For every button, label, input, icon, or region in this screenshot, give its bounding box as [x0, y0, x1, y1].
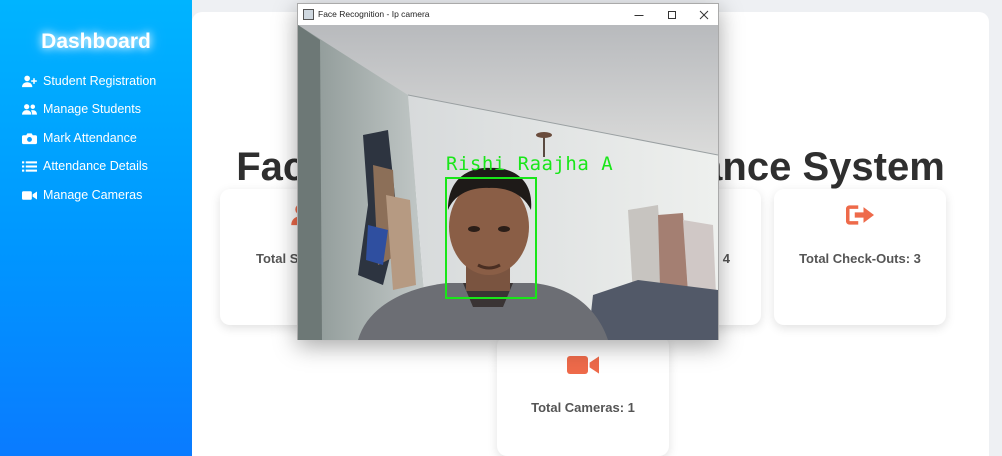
sidebar-item-label: Attendance Details	[43, 159, 148, 173]
list-icon	[22, 160, 37, 172]
maximize-icon	[668, 10, 676, 19]
close-button[interactable]	[688, 4, 720, 25]
minimize-icon	[634, 14, 644, 16]
video-camera-icon	[497, 352, 669, 378]
video-camera-icon	[22, 190, 37, 200]
close-icon	[699, 10, 709, 19]
sign-out-icon	[774, 203, 946, 227]
card-total-cameras: Total Cameras: 1	[497, 336, 669, 456]
minimize-button[interactable]	[623, 4, 655, 25]
card-label: Total Cameras: 1	[531, 400, 635, 415]
maximize-button[interactable]	[656, 4, 688, 25]
sidebar: Dashboard Student Registration Manage St…	[0, 0, 192, 456]
sidebar-item-label: Manage Students	[43, 102, 141, 116]
detected-name-label: Rishi Raajha A	[446, 153, 614, 175]
card-label: 4	[722, 251, 730, 266]
page-title-left: Fac	[236, 145, 306, 189]
camera-feed: Rishi Raajha A	[298, 25, 718, 340]
sidebar-title: Dashboard	[41, 30, 151, 53]
sidebar-item-student-registration[interactable]: Student Registration	[22, 71, 156, 91]
sidebar-item-label: Mark Attendance	[43, 131, 137, 145]
page-title-right: ance System	[700, 145, 945, 189]
face-recognition-window[interactable]: Face Recognition - Ip camera Rishi Raajh…	[297, 3, 719, 340]
app-window-icon	[303, 9, 314, 20]
user-plus-icon	[22, 75, 37, 87]
sidebar-item-manage-cameras[interactable]: Manage Cameras	[22, 185, 142, 205]
window-title: Face Recognition - Ip camera	[318, 9, 430, 19]
users-icon	[22, 103, 37, 115]
sidebar-item-attendance-details[interactable]: Attendance Details	[22, 156, 148, 176]
sidebar-item-mark-attendance[interactable]: Mark Attendance	[22, 128, 137, 148]
window-titlebar[interactable]: Face Recognition - Ip camera	[298, 4, 718, 25]
sidebar-item-label: Manage Cameras	[43, 188, 143, 202]
camera-icon	[22, 132, 37, 144]
face-detection-box	[445, 177, 537, 299]
sidebar-item-label: Student Registration	[43, 74, 157, 88]
card-label: Total Check-Outs: 3	[799, 251, 921, 266]
card-total-checkouts: Total Check-Outs: 3	[774, 189, 946, 325]
sidebar-item-manage-students[interactable]: Manage Students	[22, 99, 141, 119]
